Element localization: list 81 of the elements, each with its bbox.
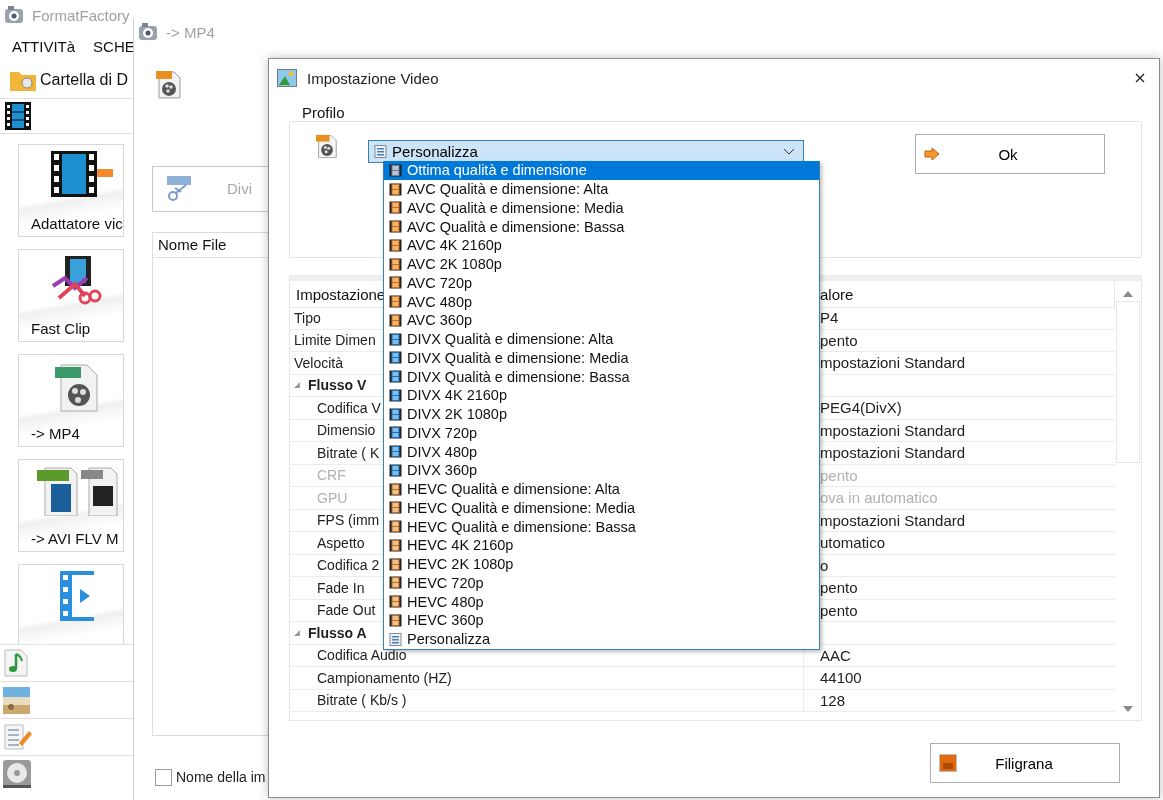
film-strip-icon — [389, 613, 402, 627]
setting-name: Campionamento (HZ) — [290, 667, 804, 689]
film-strip-icon — [389, 595, 402, 609]
scissors-icon — [167, 175, 191, 202]
chevron-down-icon — [783, 147, 795, 156]
film-strip-icon — [389, 520, 402, 534]
film-strip-icon — [389, 407, 402, 421]
dropdown-option[interactable]: AVC Qualità e dimensione: Alta — [384, 179, 819, 199]
setting-value[interactable]: 44100 — [804, 667, 1115, 689]
film-strip-icon — [389, 538, 402, 552]
film-strip-icon — [60, 571, 94, 621]
tool-label: Fast Clip — [31, 320, 91, 337]
video-file-icon — [156, 70, 182, 100]
film-strip-icon — [389, 445, 402, 459]
folder-icon — [10, 69, 36, 91]
tool-label: -> MP4 — [31, 425, 80, 442]
watermark-icon — [939, 754, 957, 772]
checkbox-label: Nome della im — [176, 769, 266, 786]
film-strip-icon — [389, 332, 402, 346]
film-strip-icon — [389, 295, 402, 309]
document-pencil-icon — [3, 723, 33, 751]
profile-dropdown[interactable]: Personalizza — [368, 140, 804, 163]
film-strip-icon — [389, 557, 402, 571]
dropdown-option[interactable]: Ottima qualità e dimensione — [384, 161, 819, 180]
clip-scissors-icon — [51, 256, 103, 306]
film-strip-icon — [389, 463, 402, 477]
tool-card[interactable]: Fast Clip — [18, 249, 124, 342]
window-title: -> MP4 — [166, 23, 215, 41]
setting-value[interactable]: 128 — [804, 689, 1115, 711]
film-strip-icon — [389, 182, 402, 196]
film-strip-icon — [389, 238, 402, 252]
menu-item[interactable]: SCHE — [93, 37, 135, 55]
collapse-icon[interactable] — [294, 382, 300, 389]
film-strip-icon — [5, 102, 31, 130]
film-strip-icon — [389, 388, 402, 402]
dropdown-option[interactable]: AVC 4K 2160p — [384, 236, 819, 255]
app-logo-icon — [138, 23, 158, 41]
film-strip-icon — [389, 220, 402, 234]
film-strip-icon — [389, 370, 402, 384]
settings-sheet-icon — [389, 632, 402, 646]
film-strip-icon — [389, 257, 402, 271]
dropdown-option[interactable]: AVC Qualità e dimensione: Bassa — [384, 217, 819, 236]
film-strip-icon — [389, 482, 402, 496]
film-strip-icon — [389, 576, 402, 590]
film-strip-icon — [389, 426, 402, 440]
film-strip-icon — [389, 163, 402, 177]
video-file-icon — [53, 361, 101, 413]
film-strip-icon — [389, 276, 402, 290]
video-file-icon — [316, 134, 338, 160]
film-strip-icon — [389, 501, 402, 515]
ok-button[interactable]: Ok — [915, 134, 1105, 174]
dropdown-option[interactable]: AVC 2K 1080p — [384, 254, 819, 274]
tool-card[interactable] — [18, 564, 124, 644]
setting-name: Bitrate ( Kb/s ) — [290, 689, 804, 711]
output-folder-button[interactable]: Cartella di D — [40, 71, 129, 89]
window-title: FormatFactory — [32, 6, 130, 24]
video-files-icon — [35, 466, 119, 516]
tool-card[interactable]: Adattatore vic — [18, 144, 124, 237]
film-strip-icon — [389, 201, 402, 215]
picture-icon — [277, 69, 297, 87]
menu-item[interactable]: ATTIVITà — [12, 37, 76, 55]
dropdown-option[interactable]: AVC Qualità e dimensione: Media — [384, 198, 819, 218]
checkbox[interactable] — [155, 768, 172, 786]
group-label: Profilo — [302, 105, 346, 121]
tool-card[interactable]: -> MP4 — [18, 354, 124, 447]
film-strip-icon — [389, 351, 402, 365]
collapse-icon[interactable] — [294, 629, 300, 636]
tool-label: Adattatore vic — [31, 215, 123, 232]
close-icon — [1135, 73, 1145, 83]
film-strip-icon — [389, 313, 402, 327]
scrollbar-thumb[interactable] — [1116, 301, 1140, 463]
scroll-down-icon[interactable] — [1123, 706, 1133, 712]
watermark-button[interactable]: Filigrana — [930, 743, 1120, 783]
app-logo-icon — [4, 6, 24, 24]
tool-card[interactable]: -> AVI FLV M — [18, 459, 124, 552]
dialog-title: Impostazione Video — [307, 69, 439, 87]
music-note-icon — [3, 649, 29, 677]
scroll-up-icon[interactable] — [1123, 291, 1133, 297]
arrow-right-icon — [924, 147, 940, 161]
tool-label: -> AVI FLV M — [31, 530, 119, 547]
settings-sheet-icon — [374, 145, 387, 158]
